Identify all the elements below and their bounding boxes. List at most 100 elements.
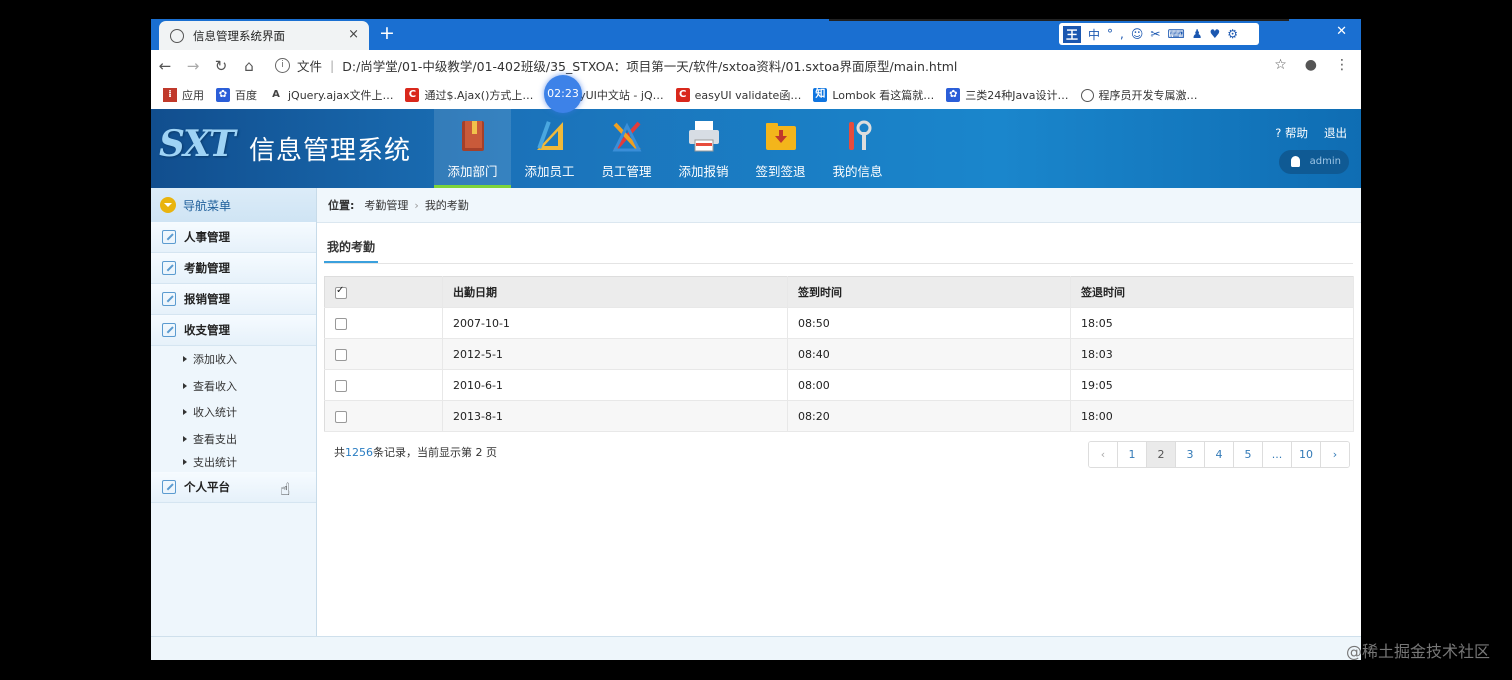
page-button-current[interactable]: 2	[1147, 442, 1176, 467]
sidebar-subitem-expense-stats[interactable]: 支出统计	[151, 452, 316, 472]
table-row[interactable]: 2010-6-1 08:00 19:05	[324, 369, 1354, 401]
ime-scissors-icon[interactable]: ✂	[1150, 27, 1160, 41]
reload-icon[interactable]: ↻	[207, 57, 235, 75]
sidebar-item-finance[interactable]: 收支管理	[151, 315, 316, 346]
table-cell: 08:50	[787, 307, 1071, 339]
nav-label: 添加部门	[447, 164, 498, 179]
row-checkbox[interactable]	[335, 317, 347, 330]
ime-chinese-icon[interactable]: 中	[1088, 26, 1100, 43]
bookmark-easyui-validate[interactable]: CeasyUI validate函…	[675, 87, 801, 103]
column-header[interactable]: 签到时间	[787, 276, 1071, 308]
ime-user-icon[interactable]: ♟	[1192, 27, 1203, 41]
column-header[interactable]: 签退时间	[1070, 276, 1354, 308]
summary-prefix: 共	[334, 446, 345, 459]
caret-right-icon	[183, 382, 187, 389]
close-tab-icon[interactable]: ×	[348, 27, 359, 42]
sidebar-subitem-label: 收入统计	[193, 406, 237, 420]
edit-icon	[162, 261, 176, 275]
new-tab-button[interactable]: +	[379, 22, 395, 44]
bookmark-label: 应用	[182, 89, 204, 102]
app-logo: SXT	[159, 123, 236, 165]
page-button[interactable]: 4	[1205, 442, 1234, 467]
bookmark-apps[interactable]: ⁞ 应用	[163, 87, 204, 103]
url-separator: |	[330, 58, 335, 73]
ime-skin-icon[interactable]: ♥	[1210, 27, 1221, 41]
page-button[interactable]: 5	[1234, 442, 1263, 467]
nav-add-employee[interactable]: 添加员工	[511, 109, 588, 188]
bookmark-baidu[interactable]: ✿ 百度	[216, 87, 257, 103]
sidebar-item-hr[interactable]: 人事管理	[151, 222, 316, 253]
page-button[interactable]: 10	[1292, 442, 1321, 467]
sidebar-item-personal[interactable]: 个人平台	[151, 472, 316, 503]
main-content: 位置: 考勤管理 › 我的考勤 我的考勤 出勤日期 签到时间 签退时间 2007…	[317, 188, 1361, 660]
bookmark-star-icon[interactable]: ☆	[1274, 57, 1287, 73]
profile-icon[interactable]: ●	[1305, 57, 1317, 73]
bookmark-design-patterns[interactable]: ✿ 三类24种Java设计…	[946, 87, 1069, 103]
bookmark-jquery[interactable]: AjQuery.ajax文件上…	[269, 87, 393, 103]
info-icon[interactable]: i	[275, 58, 290, 73]
summary-suffix: 条记录，当前显示第 2 页	[373, 446, 497, 459]
sidebar-subitem-view-expense[interactable]: 查看支出	[151, 426, 316, 453]
row-checkbox[interactable]	[335, 379, 347, 392]
breadcrumb-separator-icon: ›	[414, 198, 419, 212]
sidebar-subitem-add-income[interactable]: 添加收入	[151, 346, 316, 373]
sidebar-item-reimbursement[interactable]: 报销管理	[151, 284, 316, 315]
back-icon[interactable]: ←	[151, 57, 179, 75]
table-header-row: 出勤日期 签到时间 签退时间	[324, 276, 1354, 308]
home-icon[interactable]: ⌂	[235, 57, 263, 75]
bookmark-ajax[interactable]: C 通过$.Ajax()方式上…	[405, 87, 533, 103]
wrench-icon	[848, 120, 871, 150]
sidebar-item-attendance[interactable]: 考勤管理	[151, 253, 316, 284]
sidebar-header[interactable]: 导航菜单	[151, 188, 316, 222]
ime-logo-icon[interactable]: 王	[1063, 25, 1082, 43]
next-page-icon[interactable]: ›	[1321, 442, 1349, 467]
column-header[interactable]: 出勤日期	[442, 276, 788, 308]
user-badge[interactable]: admin	[1279, 150, 1349, 174]
url-field[interactable]: i 文件 | D:/尚学堂/01-中级教学/01-402班级/35_STXOA：…	[275, 54, 1265, 77]
ime-settings-icon[interactable]: ⚙	[1227, 27, 1238, 41]
breadcrumb-item[interactable]: 考勤管理	[364, 197, 408, 213]
table-row[interactable]: 2007-10-1 08:50 18:05	[324, 307, 1354, 339]
row-select-cell	[324, 338, 443, 370]
row-checkbox[interactable]	[335, 348, 347, 361]
prev-page-icon[interactable]: ‹	[1089, 442, 1118, 467]
page-button[interactable]: 3	[1176, 442, 1205, 467]
hand-cursor-icon: ☝	[280, 480, 291, 500]
select-all-cell	[324, 276, 443, 308]
forward-icon[interactable]: →	[179, 57, 207, 75]
browser-tab[interactable]: 信息管理系统界面 ×	[159, 21, 369, 50]
ime-keyboard-icon[interactable]: ⌨	[1167, 27, 1184, 41]
ime-toolbar[interactable]: 王 中 ° , ☺ ✂ ⌨ ♟ ♥ ⚙	[1059, 23, 1259, 45]
menu-icon[interactable]: ⋮	[1335, 57, 1349, 73]
logout-link[interactable]: 退出	[1324, 125, 1347, 141]
select-all-checkbox[interactable]	[335, 285, 347, 299]
nav-employee-management[interactable]: 员工管理	[588, 109, 665, 188]
help-link[interactable]: ? 帮助	[1275, 125, 1308, 141]
bookmark-lombok[interactable]: 知 Lombok 看这篇就…	[813, 87, 934, 103]
ime-emoji-icon[interactable]: ☺	[1131, 27, 1144, 41]
sidebar-subitem-view-income[interactable]: 查看收入	[151, 373, 316, 400]
sidebar: 导航菜单 人事管理 考勤管理 报销管理 收支管理 添加收入 查看收入 收入统计 …	[151, 188, 317, 660]
edit-icon	[162, 480, 176, 494]
sidebar-subitem-label: 支出统计	[193, 456, 237, 469]
table-row[interactable]: 2012-5-1 08:40 18:03	[324, 338, 1354, 370]
page-button[interactable]: 1	[1118, 442, 1147, 467]
bookmark-easyui-site[interactable]: syUI中文站 - jQ…	[573, 87, 663, 103]
nav-my-info[interactable]: 我的信息	[819, 109, 896, 188]
screen-artifact	[829, 19, 1289, 21]
url-text[interactable]: D:/尚学堂/01-中级教学/01-402班级/35_STXOA：项目第一天/软…	[342, 56, 957, 75]
nav-sign-in-out[interactable]: 签到签退	[742, 109, 819, 188]
row-checkbox[interactable]	[335, 410, 347, 423]
nav-add-department[interactable]: 添加部门	[434, 109, 511, 188]
window-close-icon[interactable]: ✕	[1336, 24, 1347, 39]
ime-comma-icon[interactable]: ,	[1120, 27, 1124, 41]
nav-add-reimbursement[interactable]: 添加报销	[665, 109, 742, 188]
table-row[interactable]: 2013-8-1 08:20 18:00	[324, 400, 1354, 432]
caret-right-icon	[183, 356, 187, 363]
ime-punct-icon[interactable]: °	[1107, 27, 1113, 41]
bookmark-dev[interactable]: 程序员开发专属激…	[1080, 87, 1198, 103]
sidebar-subitem-income-stats[interactable]: 收入统计	[151, 399, 316, 426]
tab-my-attendance[interactable]: 我的考勤	[324, 234, 379, 263]
tools-icon	[612, 121, 641, 152]
top-nav: 添加部门 添加员工 员工管理 添加报销 签到签退 我的信息	[434, 109, 896, 188]
